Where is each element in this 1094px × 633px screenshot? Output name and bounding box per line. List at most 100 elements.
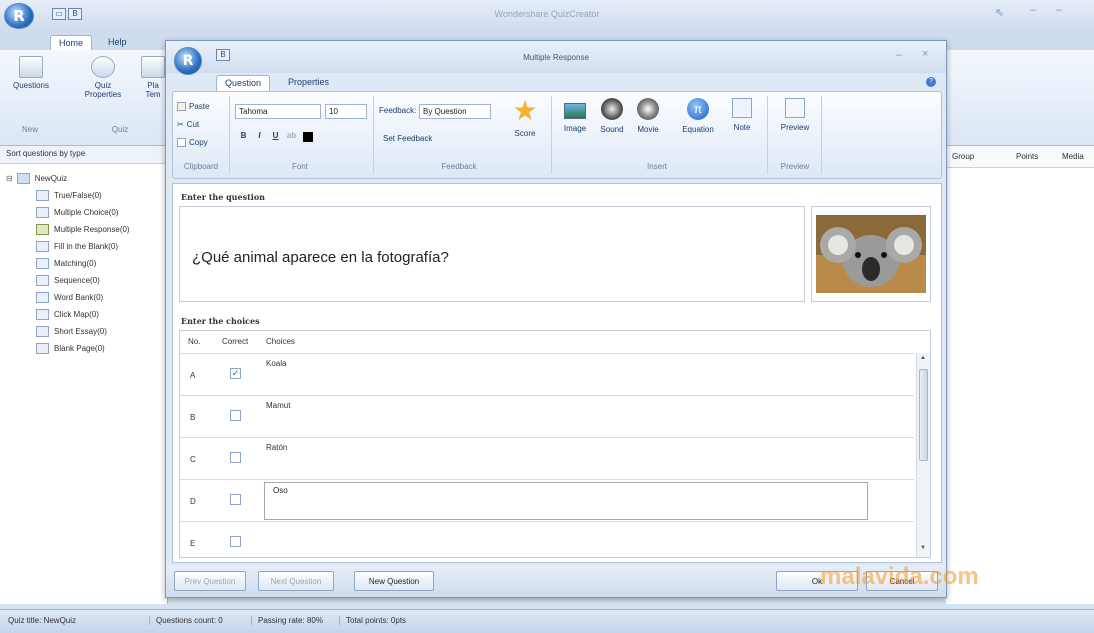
minimize-button[interactable]: – <box>1030 4 1036 16</box>
status-total-points: Total points: 0pts <box>346 616 407 625</box>
koala-photo <box>816 215 926 293</box>
tree-item-sequence[interactable]: Sequence(0) <box>36 272 166 289</box>
dialog-minimize-button[interactable]: – <box>896 49 902 61</box>
prev-question-button[interactable]: Prev Question <box>174 571 246 591</box>
column-media[interactable]: Media <box>1062 152 1084 161</box>
correct-checkbox[interactable] <box>230 410 241 421</box>
tree-item-matching[interactable]: Matching(0) <box>36 255 166 272</box>
column-group[interactable]: Group <box>952 152 974 161</box>
copy-button[interactable]: Copy <box>177 138 208 147</box>
new-question-button[interactable]: New Question <box>354 571 434 591</box>
true-false-icon <box>36 190 49 201</box>
scrollbar-thumb[interactable] <box>919 369 928 461</box>
collapse-icon[interactable]: ⊟ <box>6 174 13 183</box>
dialog-title: Multiple Response <box>523 53 589 62</box>
questions-button[interactable]: Questions <box>6 56 56 90</box>
score-button[interactable]: ★ Score <box>503 97 547 139</box>
choice-text[interactable]: Mamut <box>266 401 290 410</box>
choice-text[interactable]: Ratón <box>266 443 287 452</box>
separator <box>551 96 552 174</box>
preview-button[interactable]: Preview <box>775 98 815 132</box>
bold-button[interactable]: B <box>237 130 250 143</box>
tab-home[interactable]: Home <box>50 35 93 51</box>
choice-row[interactable]: D Oso <box>180 479 914 521</box>
scroll-down-icon[interactable]: ▼ <box>920 545 926 551</box>
choice-letter: D <box>190 497 196 506</box>
tree-item-word-bank[interactable]: Word Bank(0) <box>36 289 166 306</box>
group-label-new: New <box>21 125 38 134</box>
choice-row[interactable]: E <box>180 521 914 557</box>
dialog-close-button[interactable]: × <box>922 48 928 60</box>
help-icon[interactable]: ? <box>926 77 936 87</box>
tree-item-multiple-response[interactable]: Multiple Response(0) <box>36 221 166 238</box>
paste-icon <box>177 102 186 111</box>
separator <box>767 96 768 174</box>
question-input[interactable]: ¿Qué animal aparece en la fotografía? <box>179 206 805 302</box>
tree-item-fill-blank[interactable]: Fill in the Blank(0) <box>36 238 166 255</box>
insert-image-button[interactable]: Image <box>557 98 593 133</box>
maximize-button[interactable]: – <box>1056 4 1062 16</box>
group-label-insert: Insert <box>646 162 667 171</box>
tree-root[interactable]: ⊟ NewQuiz <box>6 170 166 187</box>
dialog-tab-bar: Question Properties ? <box>166 73 946 91</box>
scroll-up-icon[interactable]: ▲ <box>920 355 926 361</box>
tree-item-short-essay[interactable]: Short Essay(0) <box>36 323 166 340</box>
choice-letter: E <box>190 539 196 548</box>
separator <box>229 96 230 174</box>
insert-sound-button[interactable]: Sound <box>595 98 629 134</box>
header-correct: Correct <box>222 337 249 346</box>
font-size-select[interactable]: 10 <box>325 104 367 119</box>
choice-row[interactable]: B Mamut <box>180 395 914 437</box>
main-titlebar: R ▭ B Wondershare QuizCreator ⇖ – – <box>0 0 1094 30</box>
dialog-titlebar: R B Multiple Response – × <box>166 41 946 75</box>
cursor-icon: ⇖ <box>995 7 1005 19</box>
font-family-select[interactable]: Tahoma <box>235 104 321 119</box>
sort-dropdown[interactable]: Sort questions by type <box>0 146 168 164</box>
tab-help[interactable]: Help <box>100 35 135 51</box>
quiz-properties-button[interactable]: Quiz Properties <box>78 56 128 99</box>
pi-icon: π <box>687 98 709 120</box>
choices-table: No. Correct Choices A ✓ Koala B Mamut C … <box>179 330 931 558</box>
tree-item-blank-page[interactable]: Blank Page(0) <box>36 340 166 357</box>
feedback-select[interactable]: By Question <box>419 104 491 119</box>
tree-item-click-map[interactable]: Click Map(0) <box>36 306 166 323</box>
choice-row[interactable]: A ✓ Koala <box>180 353 914 395</box>
cut-button[interactable]: ✂ Cut <box>177 120 199 129</box>
correct-checkbox[interactable]: ✓ <box>230 368 241 379</box>
choice-text: Oso <box>273 486 288 495</box>
choice-letter: A <box>190 371 196 380</box>
paste-button[interactable]: Paste <box>177 102 209 111</box>
dialog-ribbon: Paste ✂ Cut Copy Clipboard Tahoma 10 B I … <box>172 91 942 179</box>
template-icon <box>141 56 165 78</box>
choice-row[interactable]: C Ratón <box>180 437 914 479</box>
underline-button[interactable]: U <box>269 130 282 143</box>
set-feedback-button[interactable]: Set Feedback <box>383 134 432 143</box>
next-question-button[interactable]: Next Question <box>258 571 334 591</box>
font-color-button[interactable] <box>303 132 313 142</box>
tree-item-true-false[interactable]: True/False(0) <box>36 187 166 204</box>
insert-equation-button[interactable]: π Equation <box>673 98 723 134</box>
status-quiz-title: Quiz title: NewQuiz <box>8 616 150 625</box>
choice-text[interactable]: Koala <box>266 359 286 368</box>
column-points[interactable]: Points <box>1016 152 1038 161</box>
choice-letter: B <box>190 413 196 422</box>
correct-checkbox[interactable] <box>230 494 241 505</box>
italic-button[interactable]: I <box>253 130 266 143</box>
insert-movie-button[interactable]: Movie <box>631 98 665 134</box>
correct-checkbox[interactable] <box>230 536 241 547</box>
insert-note-button[interactable]: Note <box>725 98 759 132</box>
question-image[interactable] <box>811 206 931 302</box>
tab-properties[interactable]: Properties <box>280 75 337 91</box>
correct-checkbox[interactable] <box>230 452 241 463</box>
film-reel-icon <box>637 98 659 120</box>
tree-item-multiple-choice[interactable]: Multiple Choice(0) <box>36 204 166 221</box>
choice-edit-box[interactable]: Oso <box>264 482 868 520</box>
scissors-icon: ✂ <box>177 120 184 129</box>
question-section-label: Enter the question <box>181 192 265 202</box>
strikethrough-button[interactable]: ab <box>285 130 298 143</box>
tab-question[interactable]: Question <box>216 75 271 91</box>
question-text: ¿Qué animal aparece en la fotografía? <box>192 249 449 266</box>
main-window-title: Wondershare QuizCreator <box>494 9 600 19</box>
player-template-button[interactable]: Pla Tem <box>140 56 166 99</box>
choices-scrollbar[interactable]: ▲ ▼ <box>916 353 930 557</box>
